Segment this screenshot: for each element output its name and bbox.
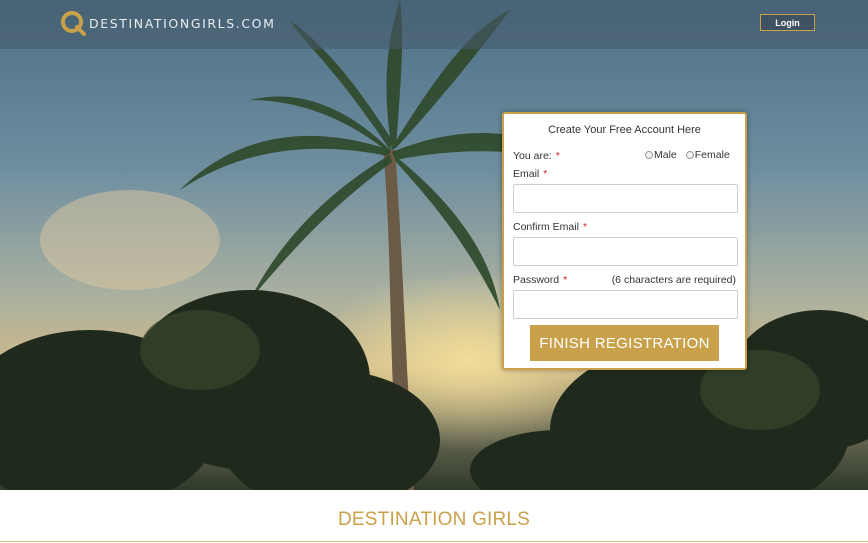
finish-registration-button[interactable]: FINISH REGISTRATION bbox=[530, 325, 719, 361]
password-requirement-note: (6 characters are required) bbox=[611, 274, 736, 286]
footer-divider bbox=[0, 541, 868, 542]
male-radio[interactable] bbox=[645, 151, 653, 159]
logo-text: DESTINATIONGIRLS.COM bbox=[89, 15, 276, 31]
logo-ring-icon bbox=[61, 11, 86, 36]
confirm-email-label: Confirm Email * bbox=[513, 221, 587, 233]
registration-form: Create Your Free Account Here You are: * … bbox=[502, 112, 747, 370]
footer-title: DESTINATION GIRLS bbox=[337, 509, 531, 530]
password-field[interactable] bbox=[513, 290, 738, 319]
email-label-text: Email bbox=[513, 168, 540, 180]
confirm-email-field[interactable] bbox=[513, 237, 738, 266]
gender-radio-group: Male Female bbox=[645, 149, 739, 161]
password-label-text: Password bbox=[513, 274, 560, 286]
gender-option-female[interactable]: Female bbox=[685, 149, 730, 161]
required-marker: * bbox=[563, 274, 568, 286]
male-label: Male bbox=[654, 149, 677, 161]
gender-label: You are: * bbox=[513, 150, 560, 162]
site-logo[interactable]: DESTINATIONGIRLS.COM bbox=[60, 10, 276, 36]
required-marker: * bbox=[582, 221, 588, 233]
hero-background: DESTINATIONGIRLS.COM Login Create Your F… bbox=[0, 0, 868, 490]
confirm-email-label-text: Confirm Email bbox=[513, 221, 579, 233]
login-button[interactable]: Login bbox=[760, 14, 815, 31]
gender-option-male[interactable]: Male bbox=[645, 149, 677, 161]
form-title: Create Your Free Account Here bbox=[548, 124, 701, 136]
gender-label-text: You are: bbox=[513, 150, 552, 162]
footer-section: DESTINATION GIRLS bbox=[0, 490, 868, 543]
required-marker: * bbox=[555, 150, 560, 162]
email-label: Email * bbox=[513, 168, 547, 180]
female-label: Female bbox=[694, 149, 730, 161]
top-navigation-bar: DESTINATIONGIRLS.COM Login bbox=[0, 0, 868, 49]
email-field[interactable] bbox=[513, 184, 738, 213]
password-label: Password * bbox=[513, 274, 567, 286]
required-marker: * bbox=[543, 168, 548, 180]
female-radio[interactable] bbox=[685, 151, 694, 159]
